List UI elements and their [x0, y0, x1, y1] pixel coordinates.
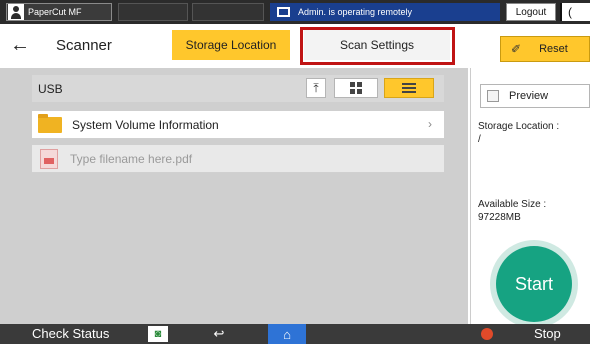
- home-icon[interactable]: ⌂: [268, 324, 306, 344]
- check-status-button[interactable]: Check Status: [32, 324, 109, 344]
- status-slot: [118, 3, 188, 21]
- folder-name: System Volume Information: [72, 117, 219, 132]
- bottom-bar: Check Status ◙ ↩ ⌂ Stop: [0, 324, 590, 344]
- available-size-value: 97228MB: [478, 212, 521, 223]
- user-name: PaperCut MF: [28, 7, 82, 17]
- location-label: USB: [38, 81, 63, 96]
- list-view-button[interactable]: [384, 78, 434, 98]
- grid-view-button[interactable]: [334, 78, 378, 98]
- status-slot: [192, 3, 264, 21]
- filename-input[interactable]: Type filename here.pdf: [70, 152, 192, 166]
- user-icon: [8, 4, 24, 20]
- user-chip[interactable]: PaperCut MF: [6, 3, 112, 21]
- location-bar: USB: [32, 75, 444, 102]
- filename-input-row[interactable]: Type filename here.pdf: [32, 145, 444, 173]
- top-status-bar: PaperCut MF Admin. is operating remotely…: [0, 0, 590, 24]
- reset-label: Reset: [539, 43, 568, 55]
- stop-button[interactable]: Stop: [534, 324, 561, 344]
- storage-location-label: Storage Location :: [478, 121, 560, 132]
- storage-location-value: /: [478, 134, 481, 145]
- energy-saver-icon[interactable]: (: [560, 3, 590, 21]
- remote-status-text: Admin. is operating remotely: [298, 7, 413, 17]
- tab-storage-location[interactable]: Storage Location: [172, 30, 290, 60]
- folder-icon: [38, 113, 62, 133]
- available-size-label: Available Size :: [478, 199, 547, 210]
- status-icon[interactable]: ◙: [148, 326, 168, 342]
- logout-button[interactable]: Logout: [506, 3, 556, 21]
- preview-checkbox[interactable]: [487, 90, 499, 102]
- list-item-folder[interactable]: System Volume Information ›: [32, 111, 444, 139]
- back-arrow-icon[interactable]: ←: [10, 32, 30, 58]
- grid-view-icon: [350, 82, 362, 94]
- upload-icon[interactable]: ⤒: [306, 78, 326, 98]
- preview-label: Preview: [509, 90, 549, 102]
- stop-icon: [481, 328, 493, 340]
- file-browser-panel: [0, 68, 468, 324]
- eraser-icon: ✐: [511, 42, 522, 56]
- monitor-icon: [277, 7, 290, 17]
- preview-toggle[interactable]: Preview: [480, 84, 590, 108]
- pdf-icon: [40, 148, 58, 169]
- reset-button[interactable]: ✐ Reset: [500, 36, 590, 62]
- highlight-box: [300, 27, 455, 65]
- list-view-icon: [402, 83, 416, 93]
- page-title: Scanner: [56, 37, 112, 54]
- chevron-right-icon: ›: [428, 117, 432, 131]
- back-icon[interactable]: ↩: [204, 326, 234, 342]
- start-button[interactable]: Start: [496, 246, 572, 322]
- remote-operation-banner: Admin. is operating remotely: [270, 3, 500, 21]
